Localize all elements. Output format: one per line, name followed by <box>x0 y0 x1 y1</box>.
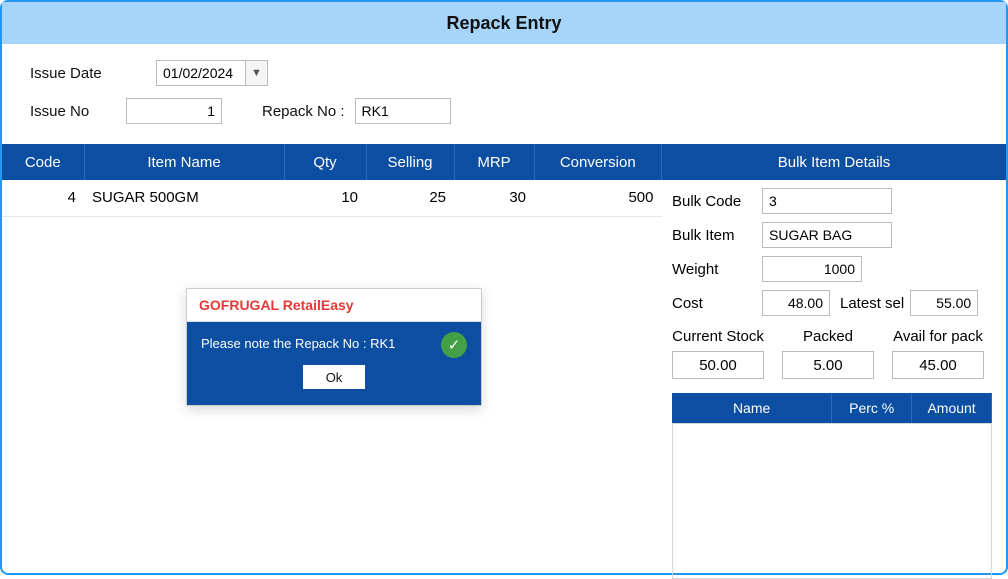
packed-input[interactable] <box>782 351 874 379</box>
weight-input[interactable] <box>762 256 862 282</box>
form-area: Issue Date ▼ Issue No Repack No : <box>2 44 1006 144</box>
cell-item-name: SUGAR 500GM <box>84 180 284 216</box>
cost-input[interactable] <box>762 290 830 316</box>
issue-date-combo[interactable]: ▼ <box>156 60 268 86</box>
col-name: Name <box>672 393 832 423</box>
col-amount: Amount <box>912 393 992 423</box>
col-mrp: MRP <box>454 144 534 180</box>
items-table: Code Item Name Qty Selling MRP Conversio… <box>2 144 662 217</box>
col-qty: Qty <box>284 144 366 180</box>
current-stock-input[interactable] <box>672 351 764 379</box>
repack-no-label: Repack No : <box>262 103 345 120</box>
bulk-details-panel: Bulk Item Details Bulk Code Bulk Item We… <box>662 144 1006 579</box>
packed-label: Packed <box>803 328 853 345</box>
current-stock-label: Current Stock <box>672 328 764 345</box>
latest-sel-input[interactable] <box>910 290 978 316</box>
cell-qty: 10 <box>284 180 366 216</box>
chevron-down-icon[interactable]: ▼ <box>245 61 267 85</box>
col-perc: Perc % <box>832 393 912 423</box>
table-row[interactable]: 4 SUGAR 500GM 10 25 30 500 <box>2 180 662 216</box>
dialog-message: Please note the Repack No : RK1 <box>201 336 467 351</box>
cell-mrp: 30 <box>454 180 534 216</box>
dialog-title: GOFRUGAL RetailEasy <box>187 289 481 322</box>
col-item-name: Item Name <box>84 144 284 180</box>
cell-selling: 25 <box>366 180 454 216</box>
weight-label: Weight <box>672 261 762 278</box>
avail-label: Avail for pack <box>893 328 983 345</box>
avail-input[interactable] <box>892 351 984 379</box>
cell-conversion: 500 <box>534 180 662 216</box>
bulk-item-input[interactable] <box>762 222 892 248</box>
bulk-item-label: Bulk Item <box>672 227 762 244</box>
issue-no-input[interactable] <box>126 98 222 124</box>
allocation-table: Name Perc % Amount <box>672 393 992 423</box>
issue-no-label: Issue No <box>30 103 126 120</box>
ok-button[interactable]: Ok <box>303 365 365 389</box>
bulk-code-input[interactable] <box>762 188 892 214</box>
allocation-body <box>672 423 992 579</box>
bulk-header: Bulk Item Details <box>662 144 1006 180</box>
repack-no-input[interactable] <box>355 98 451 124</box>
bulk-code-label: Bulk Code <box>672 193 762 210</box>
latest-sel-label: Latest sel <box>840 295 904 312</box>
check-icon: ✓ <box>441 332 467 358</box>
cell-code: 4 <box>2 180 84 216</box>
page-title: Repack Entry <box>2 2 1006 44</box>
cost-label: Cost <box>672 295 762 312</box>
col-code: Code <box>2 144 84 180</box>
col-conversion: Conversion <box>534 144 662 180</box>
col-selling: Selling <box>366 144 454 180</box>
issue-date-input[interactable] <box>157 61 245 85</box>
issue-date-label: Issue Date <box>30 65 126 82</box>
info-dialog: GOFRUGAL RetailEasy Please note the Repa… <box>186 288 482 406</box>
